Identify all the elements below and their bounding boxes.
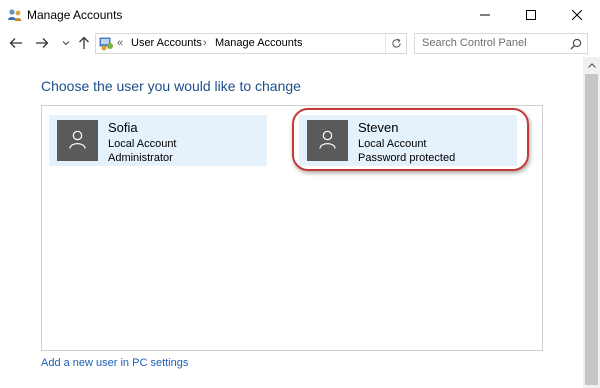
avatar <box>57 120 98 161</box>
user-icon <box>69 130 86 149</box>
refresh-button[interactable] <box>385 34 406 53</box>
scroll-up-button[interactable] <box>583 57 600 74</box>
forward-button[interactable] <box>34 35 50 51</box>
arrow-left-icon <box>9 38 22 48</box>
account-type: Local Account <box>358 138 427 150</box>
users-icon <box>7 7 23 23</box>
scroll-thumb[interactable] <box>585 74 598 385</box>
minimize-button[interactable] <box>462 0 508 30</box>
vertical-scrollbar[interactable] <box>583 57 600 388</box>
account-tile-steven[interactable]: Steven Local Account Password protected <box>299 115 517 166</box>
maximize-icon <box>526 10 536 20</box>
close-icon <box>572 10 582 20</box>
navigation-bar: « User Accounts › Manage Accounts Search… <box>0 30 600 57</box>
page-heading: Choose the user you would like to change <box>41 78 301 94</box>
account-detail: Password protected <box>358 152 456 164</box>
recent-locations-button[interactable] <box>58 35 74 51</box>
address-bar[interactable]: « User Accounts › Manage Accounts <box>95 33 407 54</box>
maximize-button[interactable] <box>508 0 554 30</box>
account-name: Sofia <box>108 120 138 135</box>
account-detail: Administrator <box>108 152 173 164</box>
account-type: Local Account <box>108 138 177 150</box>
breadcrumb-separator: › <box>203 37 207 49</box>
control-panel-icon <box>99 36 115 52</box>
up-button[interactable] <box>76 35 92 51</box>
window-title: Manage Accounts <box>27 8 123 22</box>
account-tile-sofia[interactable]: Sofia Local Account Administrator <box>49 115 267 166</box>
chevron-up-icon <box>587 63 596 68</box>
user-icon <box>319 130 336 149</box>
manage-accounts-window: Manage Accounts « User Accounts › Manage… <box>0 0 600 388</box>
back-button[interactable] <box>8 35 24 51</box>
close-button[interactable] <box>554 0 600 30</box>
search-box[interactable]: Search Control Panel <box>414 33 588 54</box>
search-placeholder: Search Control Panel <box>422 37 527 49</box>
breadcrumb-manage-accounts[interactable]: Manage Accounts <box>215 37 302 49</box>
avatar <box>307 120 348 161</box>
refresh-icon <box>391 38 401 48</box>
search-icon[interactable] <box>570 37 582 55</box>
chevron-down-icon <box>62 41 70 46</box>
arrow-right-icon <box>36 38 49 48</box>
title-bar: Manage Accounts <box>0 0 600 30</box>
minimize-icon <box>480 14 490 16</box>
arrow-up-icon <box>79 36 89 49</box>
breadcrumb-user-accounts[interactable]: User Accounts <box>131 37 202 49</box>
content-area: Choose the user you would like to change… <box>0 57 583 388</box>
accounts-panel: Sofia Local Account Administrator Steven… <box>41 105 543 351</box>
add-user-link[interactable]: Add a new user in PC settings <box>41 357 188 369</box>
breadcrumb-overflow[interactable]: « <box>117 37 123 49</box>
account-name: Steven <box>358 120 399 135</box>
